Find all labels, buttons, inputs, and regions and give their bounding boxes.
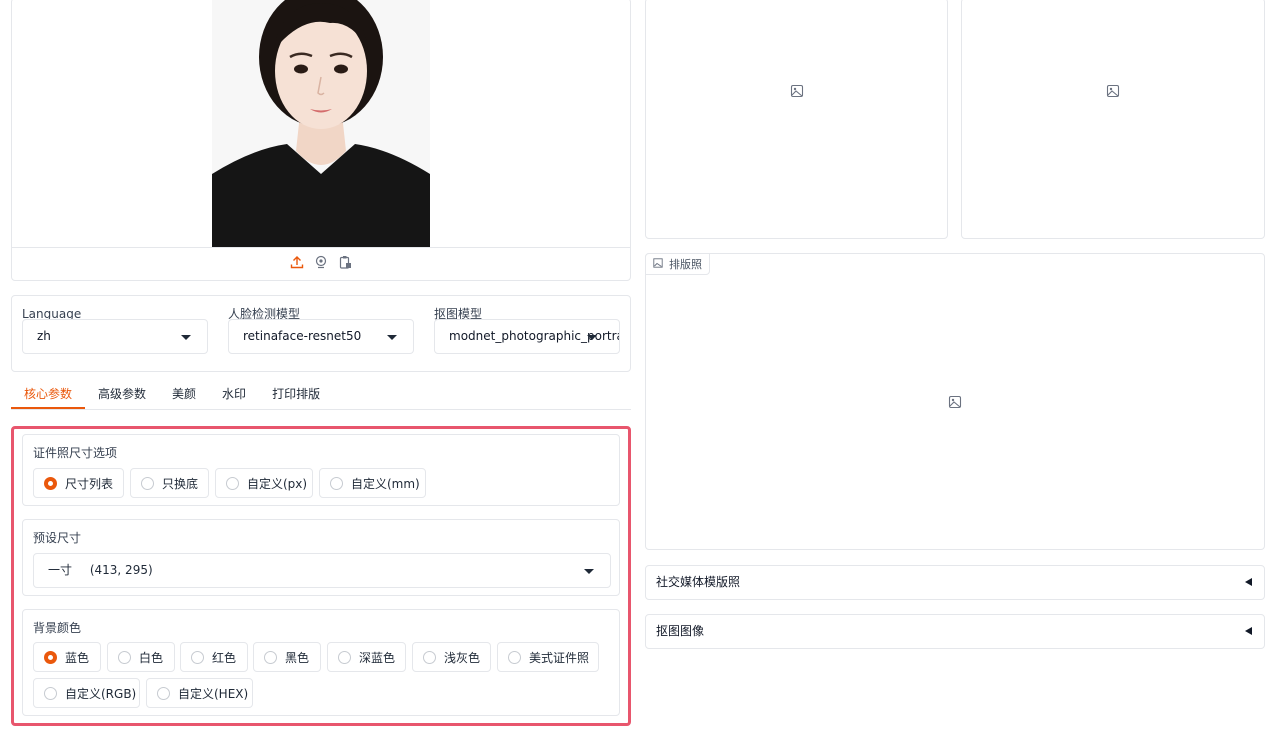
radio-bg-custom-rgb[interactable]: 自定义(RGB) [33, 678, 140, 708]
radio-bg-us-id[interactable]: 美式证件照 [497, 642, 599, 672]
radio-label: 红色 [212, 650, 237, 665]
radio-dot [508, 650, 521, 664]
dropdown-caret-icon [587, 335, 597, 340]
collapse-arrow-icon [1245, 578, 1252, 586]
preset-size-select[interactable]: 一寸 (413, 295) [33, 553, 611, 588]
preset-size-title: 预设尺寸 [33, 531, 82, 545]
radio-label: 深蓝色 [359, 650, 396, 665]
radio-custom-mm[interactable]: 自定义(mm) [319, 468, 426, 498]
layout-photo-output: 排版照 [645, 253, 1265, 550]
preset-size-dims: (413, 295) [89, 563, 153, 577]
tab-advanced-params[interactable]: 高级参数 [85, 382, 159, 409]
radio-custom-px[interactable]: 自定义(px) [215, 468, 313, 498]
radio-dot [44, 686, 57, 700]
dropdown-caret-icon [387, 335, 397, 340]
radio-bg-navy[interactable]: 深蓝色 [327, 642, 406, 672]
radio-dot [226, 476, 239, 490]
radio-bg-custom-hex[interactable]: 自定义(HEX) [146, 678, 253, 708]
tab-watermark[interactable]: 水印 [209, 382, 259, 409]
image-placeholder-icon [948, 395, 962, 409]
radio-dot [191, 650, 204, 664]
language-select[interactable]: zh [22, 319, 208, 354]
tab-beauty[interactable]: 美颜 [159, 382, 209, 409]
radio-dot [264, 650, 277, 664]
radio-label: 自定义(mm) [351, 476, 420, 491]
radio-label: 白色 [139, 650, 164, 665]
upload-icon[interactable] [290, 255, 304, 269]
language-value: zh [37, 329, 51, 343]
layout-photo-label: 排版照 [669, 258, 702, 271]
dropdown-caret-icon [584, 569, 594, 574]
radio-bg-only[interactable]: 只换底 [130, 468, 209, 498]
image-placeholder-icon [1106, 84, 1120, 98]
radio-bg-white[interactable]: 白色 [107, 642, 175, 672]
radio-dot [330, 476, 343, 490]
radio-bg-red[interactable]: 红色 [180, 642, 248, 672]
output-image-standard [645, 0, 948, 239]
dropdown-caret-icon [181, 335, 191, 340]
accordion-matting-image[interactable]: 抠图图像 [645, 614, 1265, 649]
radio-label: 只换底 [162, 476, 199, 491]
radio-dot [157, 686, 170, 700]
radio-dot [44, 476, 57, 490]
output-image-hd [961, 0, 1265, 239]
webcam-icon[interactable] [314, 255, 328, 269]
settings-tabs: 核心参数 高级参数 美颜 水印 打印排版 [11, 382, 631, 410]
size-options-title: 证件照尺寸选项 [33, 446, 118, 460]
preset-size-group: 预设尺寸 一寸 (413, 295) [22, 519, 620, 596]
image-upload-area[interactable] [11, 0, 631, 281]
size-options-group: 证件照尺寸选项 尺寸列表 只换底 自定义(px) 自定义(mm) [22, 434, 620, 506]
radio-label: 尺寸列表 [65, 476, 114, 491]
accordion-social-template[interactable]: 社交媒体模版照 [645, 565, 1265, 600]
radio-dot [44, 650, 57, 664]
tab-print-layout[interactable]: 打印排版 [259, 382, 333, 409]
radio-dot [141, 476, 154, 490]
tab-core-params[interactable]: 核心参数 [11, 382, 86, 409]
collapse-arrow-icon [1245, 627, 1252, 635]
radio-bg-light-gray[interactable]: 浅灰色 [412, 642, 491, 672]
radio-label: 自定义(HEX) [178, 686, 249, 701]
radio-bg-blue[interactable]: 蓝色 [33, 642, 101, 672]
model-settings-row: Language zh 人脸检测模型 retinaface-resnet50 抠… [11, 295, 631, 372]
clipboard-icon[interactable] [338, 255, 352, 269]
radio-label: 自定义(px) [247, 476, 308, 491]
accordion-social-label: 社交媒体模版照 [656, 575, 741, 589]
image-placeholder-icon [790, 84, 804, 98]
radio-dot [118, 650, 131, 664]
preset-size-name: 一寸 [48, 563, 73, 577]
radio-dot [423, 650, 436, 664]
radio-size-list[interactable]: 尺寸列表 [33, 468, 124, 498]
portrait-photo [212, 0, 430, 247]
radio-label: 浅灰色 [444, 650, 481, 665]
core-params-panel: 证件照尺寸选项 尺寸列表 只换底 自定义(px) 自定义(mm) 预设尺寸 一寸… [11, 426, 631, 726]
radio-bg-black[interactable]: 黑色 [253, 642, 321, 672]
radio-label: 美式证件照 [529, 650, 590, 665]
image-tag-icon [653, 257, 663, 271]
face-detect-select[interactable]: retinaface-resnet50 [228, 319, 414, 354]
background-color-title: 背景颜色 [33, 621, 82, 635]
layout-photo-tag: 排版照 [645, 253, 710, 275]
matting-select[interactable]: modnet_photographic_portrait [434, 319, 620, 354]
radio-label: 自定义(RGB) [65, 686, 137, 701]
radio-label: 黑色 [285, 650, 310, 665]
background-color-group: 背景颜色 蓝色 白色 红色 黑色 深蓝色 浅灰色 美式证件照 自定义(RGB) … [22, 609, 620, 716]
radio-label: 蓝色 [65, 650, 90, 665]
radio-dot [338, 650, 351, 664]
accordion-matting-label: 抠图图像 [656, 624, 705, 638]
face-detect-value: retinaface-resnet50 [243, 329, 362, 343]
